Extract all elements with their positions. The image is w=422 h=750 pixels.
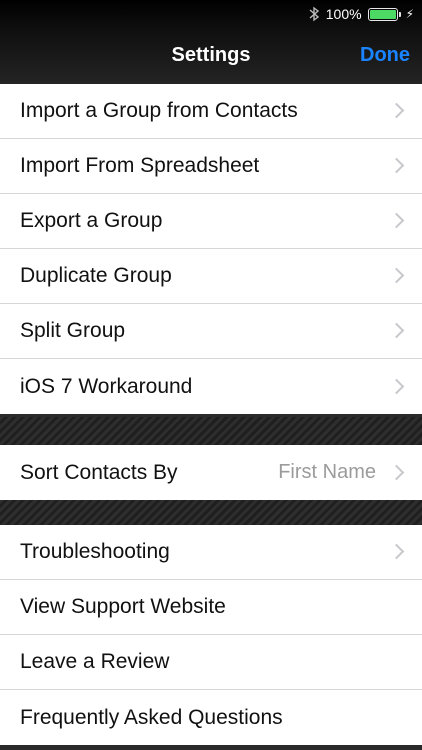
settings-screen: 100% ⚡︎ Settings Done Import a Group fro… <box>0 0 422 750</box>
row-label: Export a Group <box>20 209 163 232</box>
chevron-right-icon <box>388 378 405 394</box>
row-duplicate-group[interactable]: Duplicate Group <box>0 249 422 304</box>
row-import-from-contacts[interactable]: Import a Group from Contacts <box>0 84 422 139</box>
row-export-group[interactable]: Export a Group <box>0 194 422 249</box>
status-bar: 100% ⚡︎ <box>308 4 414 24</box>
row-ios7-workaround[interactable]: iOS 7 Workaround <box>0 359 422 414</box>
row-import-from-spreadsheet[interactable]: Import From Spreadsheet <box>0 139 422 194</box>
sort-group: Sort Contacts By First Name <box>0 445 422 500</box>
row-label: Sort Contacts By <box>20 460 178 484</box>
support-group: Troubleshooting View Support Website Lea… <box>0 525 422 745</box>
sort-value: First Name <box>278 461 376 483</box>
chevron-right-icon <box>388 212 405 229</box>
battery-icon <box>367 7 401 21</box>
chevron-right-icon <box>388 322 405 339</box>
battery-fill <box>369 9 396 19</box>
row-frequently-asked-questions[interactable]: Frequently Asked Questions <box>0 690 422 745</box>
page-title: Settings <box>171 44 251 66</box>
row-leave-a-review[interactable]: Leave a Review <box>0 635 422 690</box>
chevron-right-icon <box>388 464 405 480</box>
section-separator <box>0 500 422 525</box>
row-split-group[interactable]: Split Group <box>0 304 422 359</box>
charging-bolt-icon: ⚡︎ <box>405 7 414 21</box>
row-view-support-website[interactable]: View Support Website <box>0 580 422 635</box>
row-label: Import a Group from Contacts <box>20 99 298 122</box>
battery-nub <box>398 11 401 17</box>
chevron-right-icon <box>388 102 405 119</box>
done-button[interactable]: Done <box>360 44 410 67</box>
bluetooth-icon <box>309 6 319 22</box>
row-label: Import From Spreadsheet <box>20 154 260 177</box>
row-label: Troubleshooting <box>20 540 170 563</box>
row-label: Split Group <box>20 319 126 342</box>
navigation-bar: 100% ⚡︎ Settings Done <box>0 0 422 84</box>
row-label: Frequently Asked Questions <box>20 705 283 729</box>
row-label: Leave a Review <box>20 650 170 673</box>
row-troubleshooting[interactable]: Troubleshooting <box>0 525 422 580</box>
chevron-right-icon <box>388 157 405 174</box>
section-separator <box>0 417 422 445</box>
chevron-right-icon <box>388 543 405 560</box>
row-sort-contacts-by[interactable]: Sort Contacts By First Name <box>0 445 422 500</box>
row-label: iOS 7 Workaround <box>20 374 193 398</box>
import-export-group: Import a Group from Contacts Import From… <box>0 84 422 414</box>
row-label: View Support Website <box>20 595 226 618</box>
battery-percent: 100% <box>325 6 362 22</box>
chevron-right-icon <box>388 267 405 284</box>
row-label: Duplicate Group <box>20 264 172 287</box>
